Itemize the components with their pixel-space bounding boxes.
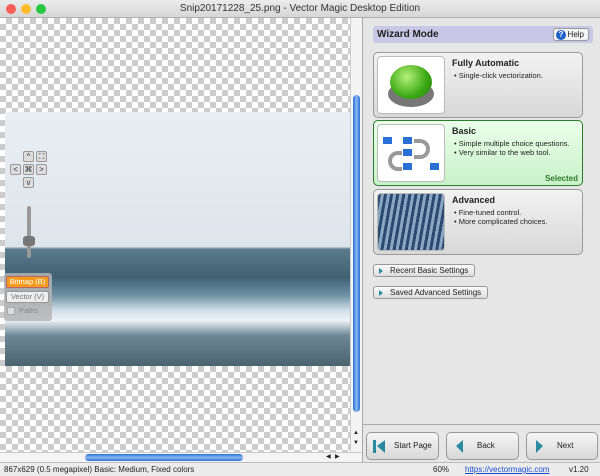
- mode-title: Advanced: [452, 195, 496, 205]
- help-label: Help: [567, 30, 584, 39]
- start-icon: [373, 440, 376, 453]
- paths-checkbox[interactable]: [7, 307, 15, 315]
- bitmap-view-button[interactable]: Bitmap (B): [6, 276, 49, 288]
- fit-icon[interactable]: ⛶: [36, 151, 47, 162]
- selected-badge: Selected: [545, 174, 578, 183]
- zoom-level: 60%: [433, 465, 450, 474]
- wizard-panel: Wizard Mode ? Help Fully Automatic • Sing…: [362, 18, 600, 462]
- workflow-icon: [377, 124, 445, 182]
- next-button[interactable]: Next: [526, 432, 598, 460]
- scroll-down-arrow[interactable]: ▼: [353, 440, 359, 446]
- green-button-icon: [377, 56, 445, 114]
- help-button[interactable]: ? Help: [553, 28, 589, 41]
- vector-view-button[interactable]: Vector (V): [6, 291, 49, 303]
- back-arrow-icon: [456, 440, 463, 453]
- window-title: Snip20171228_25.png - Vector Magic Deskt…: [179, 3, 421, 14]
- minimize-window-button[interactable]: [21, 4, 31, 14]
- center-button[interactable]: ⌘: [23, 164, 34, 175]
- vertical-scroll-thumb[interactable]: [353, 95, 360, 412]
- divider: [363, 424, 600, 425]
- horizontal-scroll-thumb[interactable]: [85, 454, 243, 461]
- pan-left-button[interactable]: <: [10, 164, 21, 175]
- image-info: 867x629 (0.5 megapixel) Basic: Medium, F…: [4, 465, 195, 474]
- website-link[interactable]: https://vectormagic.com: [465, 463, 549, 476]
- zoom-slider-handle[interactable]: [23, 236, 35, 246]
- mode-title: Basic: [452, 126, 477, 136]
- mixer-icon: [377, 193, 445, 251]
- start-page-button[interactable]: Start Page: [366, 432, 439, 460]
- zoom-slider[interactable]: [23, 206, 35, 258]
- saved-advanced-settings-button[interactable]: Saved Advanced Settings: [373, 286, 489, 299]
- mode-bullet: • Simple multiple choice questions.: [454, 139, 570, 148]
- bitmap-image: [5, 112, 350, 366]
- paths-label: Paths: [19, 306, 39, 315]
- mode-title: Fully Automatic: [452, 58, 520, 68]
- horizontal-scrollbar[interactable]: ◀ ▶: [0, 452, 362, 462]
- question-icon: ?: [556, 30, 566, 40]
- expand-triangle-icon: [379, 268, 383, 274]
- close-window-button[interactable]: [6, 4, 16, 14]
- image-canvas[interactable]: ^ ⛶ < ⌘ > v Bitmap (B) Vector (V) Paths: [0, 18, 350, 452]
- pan-up-button[interactable]: ^: [23, 151, 34, 162]
- mode-fully-automatic[interactable]: Fully Automatic • Single-click vectoriza…: [373, 52, 583, 118]
- version: v1.20: [569, 465, 589, 474]
- scroll-left-arrow[interactable]: ◀: [326, 453, 331, 460]
- scroll-right-arrow[interactable]: ▶: [335, 453, 340, 460]
- mode-bullet: • Fine-tuned control.: [454, 208, 522, 217]
- wizard-title: Wizard Mode: [377, 29, 439, 40]
- title-bar: Snip20171228_25.png - Vector Magic Deskt…: [0, 0, 600, 18]
- vertical-scrollbar[interactable]: ▲ ▼: [350, 18, 362, 452]
- expand-triangle-icon: [379, 290, 383, 296]
- back-button[interactable]: Back: [446, 432, 519, 460]
- mode-basic[interactable]: Basic • Simple multiple choice questions…: [373, 120, 583, 186]
- zoom-window-button[interactable]: [36, 4, 46, 14]
- status-bar: 867x629 (0.5 megapixel) Basic: Medium, F…: [0, 462, 600, 476]
- mode-bullet: • More complicated choices.: [454, 217, 548, 226]
- scroll-up-arrow[interactable]: ▲: [353, 430, 359, 436]
- wizard-header: Wizard Mode ? Help: [373, 26, 593, 43]
- mode-bullet: • Single-click vectorization.: [454, 71, 543, 80]
- mode-advanced[interactable]: Advanced • Fine-tuned control. • More co…: [373, 189, 583, 255]
- pan-right-button[interactable]: >: [36, 164, 47, 175]
- next-arrow-icon: [536, 440, 543, 453]
- pan-down-button[interactable]: v: [23, 177, 34, 188]
- mode-bullet: • Very similar to the web tool.: [454, 148, 551, 157]
- view-mode-panel: Bitmap (B) Vector (V) Paths: [4, 273, 52, 321]
- recent-basic-settings-button[interactable]: Recent Basic Settings: [373, 264, 476, 277]
